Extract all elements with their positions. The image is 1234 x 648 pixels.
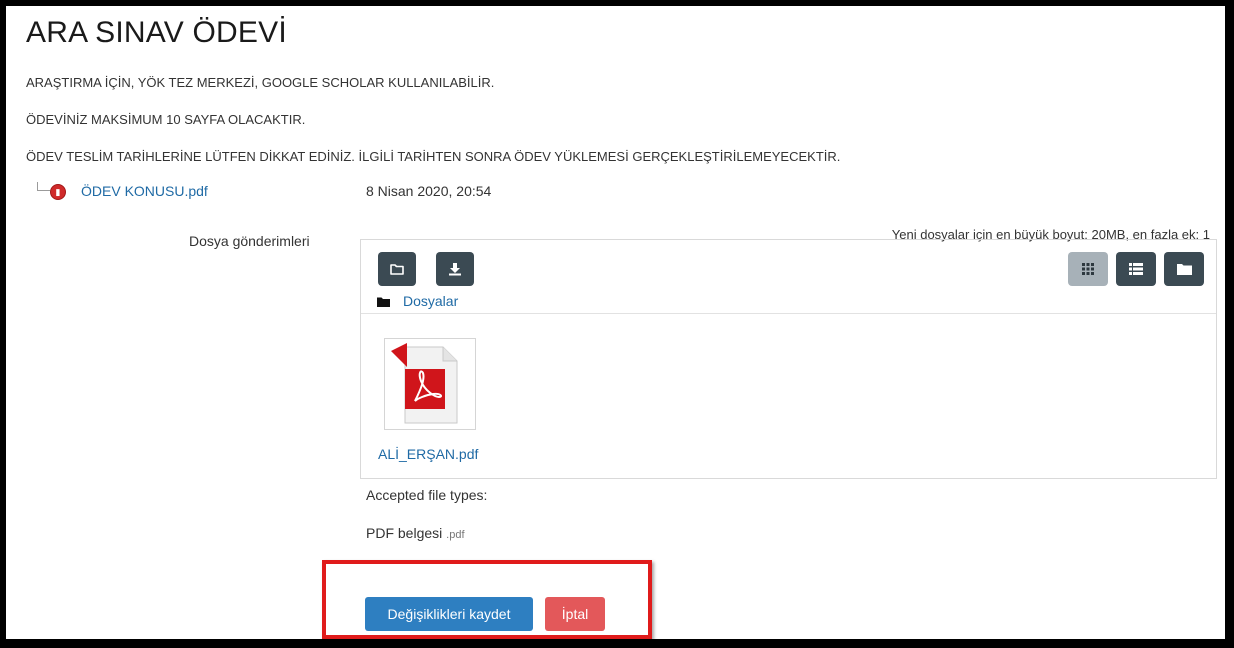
tree-connector xyxy=(37,182,50,191)
page-title: ARA SINAV ÖDEVİ xyxy=(26,16,287,49)
intro-line-pages: ÖDEVİNİZ MAKSİMUM 10 SAYFA OLACAKTIR. xyxy=(26,112,306,127)
view-list-button[interactable] xyxy=(1116,252,1156,286)
file-manager: Dosyalar ALİ_ERŞAN.pdf xyxy=(360,239,1217,479)
save-changes-button[interactable]: Değişiklikleri kaydet xyxy=(365,597,533,631)
file-name-link[interactable]: ALİ_ERŞAN.pdf xyxy=(378,446,478,462)
folder-outline-icon xyxy=(390,264,404,275)
intro-line-deadline: ÖDEV TESLİM TARİHLERİNE LÜTFEN DİKKAT ED… xyxy=(26,149,841,164)
add-file-button[interactable] xyxy=(378,252,416,286)
breadcrumb-files[interactable]: Dosyalar xyxy=(403,293,458,309)
file-submissions-label: Dosya gönderimleri xyxy=(189,233,310,249)
pdf-file-icon xyxy=(391,343,458,424)
accepted-type-item: PDF belgesi .pdf xyxy=(366,525,465,541)
accepted-type-name: PDF belgesi xyxy=(366,525,443,541)
attachment-date: 8 Nisan 2020, 20:54 xyxy=(366,183,492,199)
folder-icon xyxy=(1176,264,1192,275)
list-icon xyxy=(1129,263,1143,275)
download-all-button[interactable] xyxy=(436,252,474,286)
attachment-link[interactable]: ÖDEV KONUSU.pdf xyxy=(81,183,208,199)
cancel-button[interactable]: İptal xyxy=(545,597,605,631)
pdf-icon: ▮ xyxy=(50,184,66,200)
view-tree-button[interactable] xyxy=(1164,252,1204,286)
accepted-type-extension: .pdf xyxy=(446,529,465,541)
intro-line-research: ARAŞTIRMA İÇİN, YÖK TEZ MERKEZİ, GOOGLE … xyxy=(26,75,495,90)
download-icon xyxy=(449,263,461,276)
grid-icon xyxy=(1082,263,1094,275)
folder-icon xyxy=(377,297,390,307)
file-manager-divider xyxy=(361,313,1216,314)
accepted-file-types-label: Accepted file types: xyxy=(366,487,488,503)
view-icons-button[interactable] xyxy=(1068,252,1108,286)
page-frame: ARA SINAV ÖDEVİ ARAŞTIRMA İÇİN, YÖK TEZ … xyxy=(0,0,1234,648)
file-thumbnail[interactable]: ALİ_ERŞAN.pdf xyxy=(378,338,478,462)
